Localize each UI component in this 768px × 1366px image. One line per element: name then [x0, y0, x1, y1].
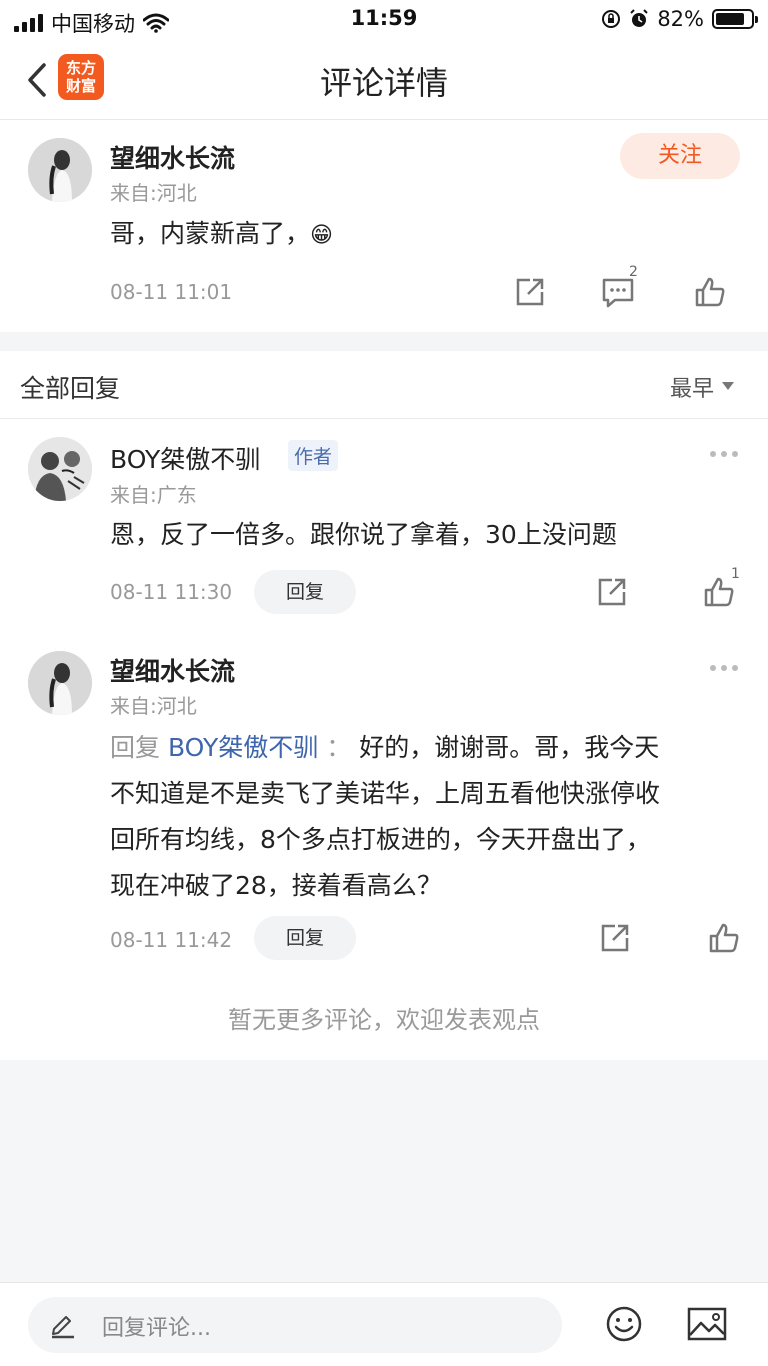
- status-bar: 中国移动 11:59 82%: [0, 0, 768, 40]
- username[interactable]: BOY桀傲不驯: [110, 440, 260, 476]
- chevron-down-icon: [722, 382, 734, 390]
- image-icon[interactable]: [687, 1306, 727, 1342]
- comment-time: 08-11 11:01: [110, 280, 233, 304]
- grin-emoji: 😁: [310, 223, 333, 248]
- share-icon[interactable]: [596, 576, 628, 608]
- follow-button[interactable]: 关注: [620, 133, 740, 179]
- reply-prefix: 回复: [110, 733, 161, 762]
- comment-count: 2: [629, 264, 638, 280]
- main-comment: 望细水长流 来自:河北 关注 哥，内蒙新高了，😁 08-11 11:01 2: [0, 121, 768, 332]
- emoji-icon[interactable]: [605, 1305, 643, 1343]
- bottom-bar: 回复评论...: [0, 1282, 768, 1366]
- location: 来自:广东: [110, 483, 197, 507]
- comment-icon[interactable]: [601, 276, 635, 308]
- username[interactable]: 望细水长流: [110, 652, 235, 688]
- reply-item: BOY桀傲不驯 作者 来自:广东 恩，反了一倍多。跟你说了拿着，30上没问题 0…: [0, 420, 768, 630]
- like-icon[interactable]: [694, 276, 726, 308]
- reply-text: 恩，反了一倍多。跟你说了拿着，30上没问题: [110, 520, 617, 549]
- reply-text: 回复 BOY桀傲不驯 ： 好的，谢谢哥。哥，我今天 不知道是不是卖飞了美诺华，上…: [110, 733, 661, 900]
- pencil-icon: [52, 1316, 74, 1339]
- avatar[interactable]: [28, 138, 92, 202]
- more-options-icon[interactable]: [710, 665, 738, 673]
- page-title: 评论详情: [319, 64, 448, 102]
- avatar[interactable]: [28, 651, 92, 715]
- alarm-icon: [630, 9, 649, 27]
- nav-bar: 东方 财富 评论详情: [0, 40, 768, 120]
- sort-dropdown[interactable]: 最早: [670, 371, 714, 403]
- more-options-icon[interactable]: [710, 451, 738, 459]
- comment-text: 哥，内蒙新高了，😁: [110, 219, 333, 248]
- reply-input[interactable]: 回复评论...: [28, 1297, 562, 1353]
- empty-area: [0, 1060, 768, 1282]
- location: 来自:河北: [110, 694, 197, 718]
- battery-icon: [712, 9, 758, 29]
- location: 来自:河北: [110, 181, 197, 205]
- share-icon[interactable]: [599, 922, 631, 954]
- status-right: 82%: [601, 7, 758, 31]
- author-badge: 作者: [288, 440, 339, 471]
- replies-header: 全部回复 最早: [0, 351, 768, 419]
- replies-title: 全部回复: [20, 374, 121, 403]
- like-icon[interactable]: [708, 922, 740, 954]
- reply-button[interactable]: 回复: [254, 916, 356, 960]
- section-divider: [0, 332, 768, 351]
- rotation-lock-icon: [602, 10, 621, 28]
- reply-input-placeholder: 回复评论...: [102, 1316, 211, 1341]
- reply-to-user[interactable]: BOY桀傲不驯: [168, 733, 318, 762]
- reply-time: 08-11 11:30: [110, 580, 233, 604]
- share-icon[interactable]: [514, 276, 546, 308]
- reply-button[interactable]: 回复: [254, 570, 356, 614]
- avatar[interactable]: [28, 437, 92, 501]
- reply-item: 望细水长流 来自:河北 回复 BOY桀傲不驯 ： 好的，谢谢哥。哥，我今天 不知…: [0, 632, 768, 982]
- no-more-comments: 暂无更多评论，欢迎发表观点: [228, 1006, 540, 1034]
- reply-time: 08-11 11:42: [110, 928, 233, 952]
- battery-percent: 82%: [657, 7, 704, 31]
- username[interactable]: 望细水长流: [110, 139, 235, 175]
- like-count: 1: [731, 566, 740, 582]
